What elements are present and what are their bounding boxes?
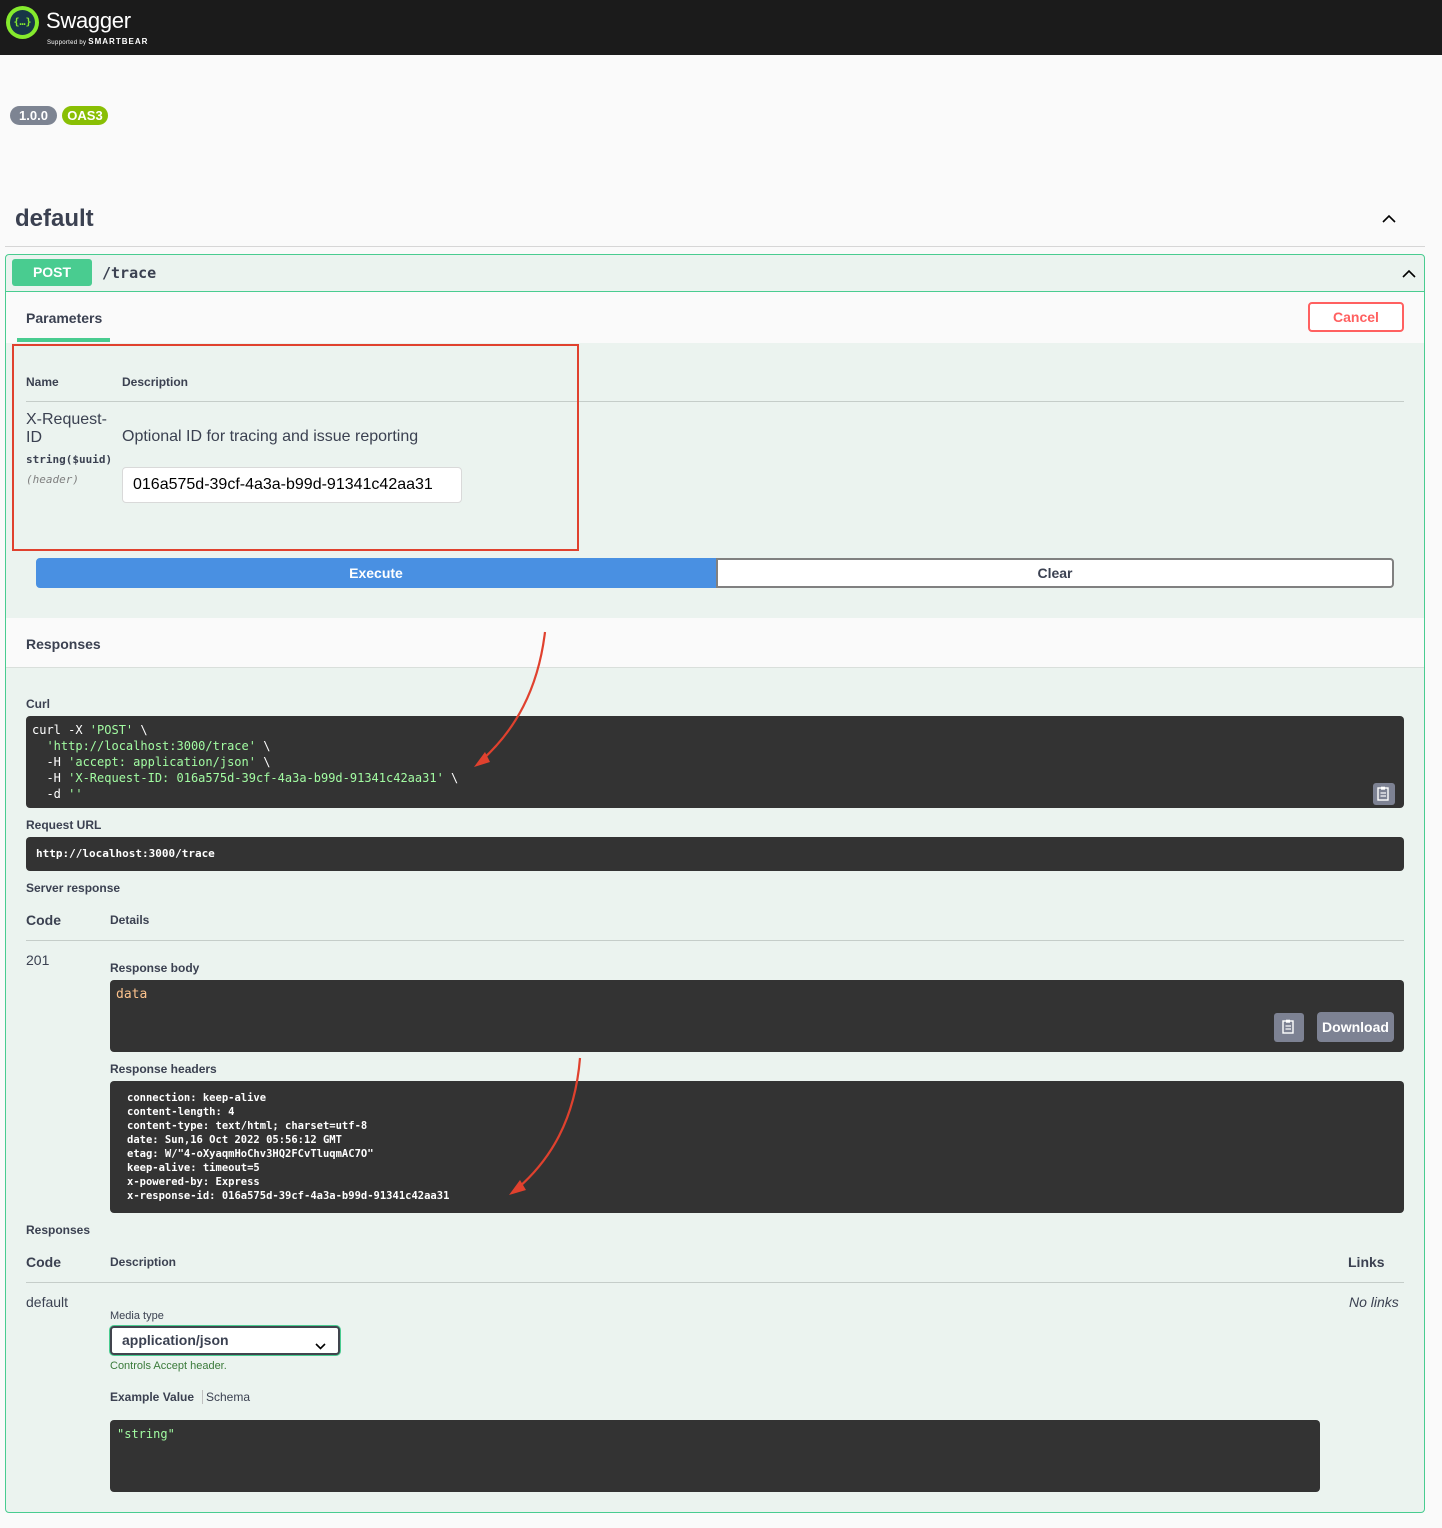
brand-sub-company: SMARTBEAR xyxy=(88,37,149,46)
parameters-tab-bar: Parameters Cancel xyxy=(6,292,1424,343)
server-response-label: Server response xyxy=(26,881,121,895)
chevron-up-icon[interactable] xyxy=(1402,267,1416,281)
curl-string: 'POST' xyxy=(89,723,134,737)
doc-col-links: Links xyxy=(1348,1254,1385,1270)
chevron-down-icon xyxy=(315,1335,326,1350)
curl-cmd: curl -X xyxy=(32,723,90,737)
curl-tail: \ xyxy=(443,771,459,785)
header-line: x-powered-by: Express xyxy=(127,1176,260,1188)
swagger-logo-icon[interactable]: {…} xyxy=(6,6,39,39)
method-badge: POST xyxy=(12,259,92,286)
brand-sub-prefix: Supported by xyxy=(47,40,87,46)
doc-response-code: default xyxy=(26,1294,69,1310)
header-line: date: Sun,16 Oct 2022 05:56:12 GMT xyxy=(127,1134,342,1146)
curl-cmd: -H xyxy=(32,771,69,785)
no-links-text: No links xyxy=(1349,1294,1399,1310)
response-body-value: data xyxy=(116,987,148,1002)
doc-table-divider xyxy=(26,1282,1404,1283)
copy-to-clipboard-icon[interactable] xyxy=(1274,1013,1304,1042)
response-headers-code: connection: keep-alive content-length: 4 c… xyxy=(110,1081,1404,1213)
curl-cmd xyxy=(32,739,46,753)
annotation-highlight-box xyxy=(12,344,579,551)
response-code: 201 xyxy=(26,952,50,968)
request-url-label: Request URL xyxy=(26,818,102,832)
curl-tail: \ xyxy=(255,755,271,769)
responses-header: Responses xyxy=(6,618,1424,668)
server-table-divider xyxy=(26,940,1404,941)
curl-string: '' xyxy=(68,787,83,801)
responses-title: Responses xyxy=(26,636,101,652)
doc-col-description: Description xyxy=(110,1255,177,1269)
download-button[interactable]: Download xyxy=(1317,1012,1394,1042)
operation-block: POST /trace Parameters Cancel Name Descr… xyxy=(5,254,1425,1513)
server-col-details: Details xyxy=(110,913,150,927)
request-url-block: http://localhost:3000/trace xyxy=(26,837,1404,871)
media-type-value: application/json xyxy=(122,1332,229,1348)
curl-code: curl -X 'POST' \ 'http://localhost:3000/… xyxy=(26,716,1404,808)
media-type-select[interactable]: application/json xyxy=(110,1326,340,1355)
curl-cmd: -d xyxy=(32,787,69,801)
chevron-up-icon[interactable] xyxy=(1382,212,1396,226)
media-type-label: Media type xyxy=(110,1310,164,1322)
section-title[interactable]: default xyxy=(15,205,94,233)
response-headers-block: connection: keep-alive content-length: 4 c… xyxy=(110,1081,1404,1213)
brand-subtitle: Supported by SMARTBEAR xyxy=(47,37,148,46)
tab-example-value[interactable]: Example Value xyxy=(110,1390,194,1404)
example-value-code: "string" xyxy=(117,1427,175,1441)
brand-name[interactable]: Swagger xyxy=(46,8,131,34)
header-line: keep-alive: timeout=5 xyxy=(127,1162,260,1174)
curl-line: -H 'accept: application/json' \ xyxy=(32,754,1398,770)
curl-tail: \ xyxy=(133,723,148,737)
response-headers-label: Response headers xyxy=(110,1062,217,1076)
curl-string: 'http://localhost:3000/trace' xyxy=(46,739,256,753)
curl-cmd: -H xyxy=(32,755,69,769)
tab-parameters[interactable]: Parameters xyxy=(26,310,102,326)
header-line: etag: W/"4-oXyaqmHoChv3HQ2FCvTluqmAC7O" xyxy=(127,1148,374,1160)
controls-accept-note: Controls Accept header. xyxy=(110,1360,227,1372)
curl-string: 'X-Request-ID: 016a575d-39cf-4a3a-b99d-9… xyxy=(68,771,444,785)
curl-line: 'http://localhost:3000/trace' \ xyxy=(32,738,1398,754)
response-body-block[interactable]: data Download xyxy=(110,980,1404,1052)
curl-line: -d '' xyxy=(32,786,1398,802)
example-value-block: "string" xyxy=(110,1420,1320,1492)
tab-active-underline xyxy=(17,338,110,342)
curl-tail: \ xyxy=(255,739,271,753)
curl-line: -H 'X-Request-ID: 016a575d-39cf-4a3a-b99… xyxy=(32,770,1398,786)
top-bar: {…} Swagger Supported by SMARTBEAR xyxy=(0,0,1442,55)
section-divider xyxy=(5,246,1425,247)
oas-badge: OAS3 xyxy=(62,106,108,125)
curl-label: Curl xyxy=(26,697,50,711)
header-line: content-type: text/html; charset=utf-8 xyxy=(127,1120,368,1132)
version-badge: 1.0.0 xyxy=(10,106,57,125)
curl-string: 'accept: application/json' xyxy=(68,755,256,769)
logo-glyph: {…} xyxy=(10,10,35,35)
cancel-button[interactable]: Cancel xyxy=(1308,302,1404,332)
server-col-code: Code xyxy=(26,912,61,928)
header-line: content-length: 4 xyxy=(127,1106,235,1118)
operation-summary[interactable]: POST /trace xyxy=(6,255,1424,292)
operation-path: /trace xyxy=(102,264,157,282)
tab-schema[interactable]: Schema xyxy=(206,1390,250,1404)
curl-line: curl -X 'POST' \ xyxy=(32,722,1398,738)
tab-separator xyxy=(202,1390,203,1404)
documented-responses-title: Responses xyxy=(26,1223,91,1237)
clear-button[interactable]: Clear xyxy=(716,558,1394,588)
doc-col-code: Code xyxy=(26,1254,61,1270)
copy-to-clipboard-icon[interactable] xyxy=(1373,783,1395,805)
header-line: x-response-id: 016a575d-39cf-4a3a-b99d-9… xyxy=(127,1190,450,1202)
response-body-label: Response body xyxy=(110,961,200,975)
curl-block[interactable]: curl -X 'POST' \ 'http://localhost:3000/… xyxy=(26,716,1404,808)
execute-button[interactable]: Execute xyxy=(36,558,716,588)
header-line: connection: keep-alive xyxy=(127,1092,267,1104)
request-url-value: http://localhost:3000/trace xyxy=(36,847,215,860)
